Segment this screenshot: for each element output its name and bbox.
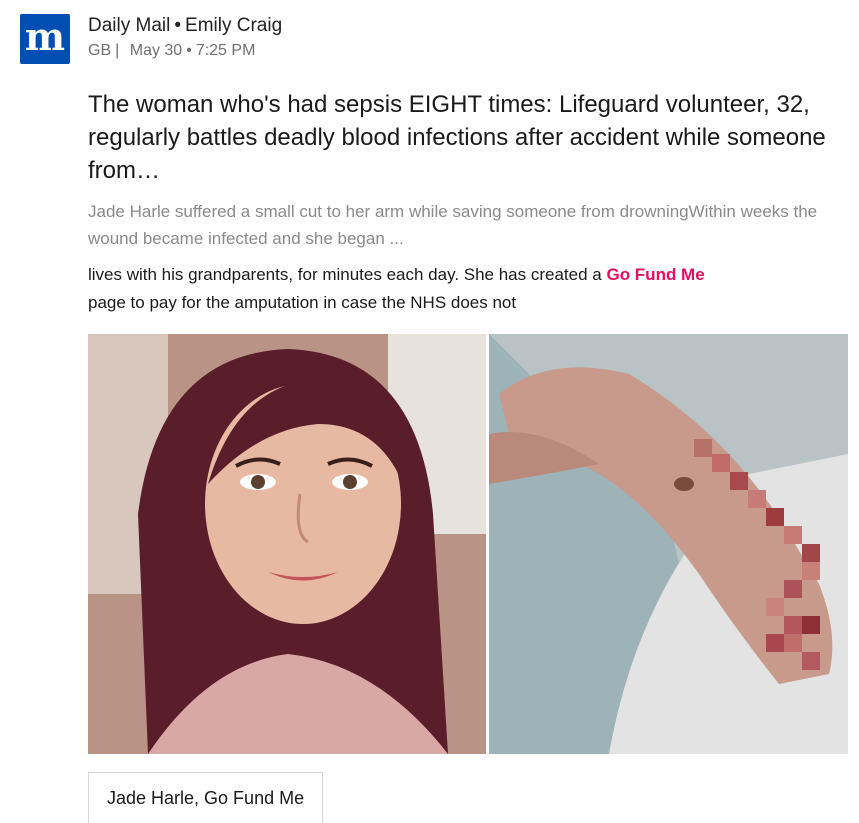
photo-caption: Jade Harle, Go Fund Me	[88, 772, 324, 823]
daily-mail-logo[interactable]: m	[20, 14, 70, 64]
time-separator: •	[186, 42, 192, 59]
region-separator: |	[115, 42, 120, 59]
portrait-photo[interactable]	[88, 334, 486, 754]
snippet-text-before: lives with his grandparents, for minutes…	[88, 265, 607, 284]
logo-letter: m	[24, 14, 66, 59]
publisher-name[interactable]: Daily Mail	[88, 15, 170, 36]
snippet-text-after: page to pay for the amputation in case t…	[88, 293, 517, 312]
portrait-illustration	[88, 334, 486, 754]
wound-photo[interactable]	[489, 334, 848, 754]
publish-date: May 30	[129, 42, 183, 59]
article-meta: GB | May 30 • 7:25 PM	[88, 42, 255, 60]
publish-time: 7:25 PM	[195, 42, 256, 59]
byline: Daily Mail • Emily Craig	[88, 15, 282, 37]
article-headline[interactable]: The woman who's had sepsis EIGHT times: …	[88, 88, 848, 187]
byline-separator: •	[174, 15, 182, 36]
article-snippet: lives with his grandparents, for minutes…	[88, 261, 848, 317]
wound-illustration	[489, 334, 848, 754]
author-name[interactable]: Emily Craig	[185, 15, 282, 36]
region-label: GB	[88, 42, 112, 59]
go-fund-me-link[interactable]: Go Fund Me	[606, 265, 704, 284]
article-summary: Jade Harle suffered a small cut to her a…	[88, 202, 818, 248]
